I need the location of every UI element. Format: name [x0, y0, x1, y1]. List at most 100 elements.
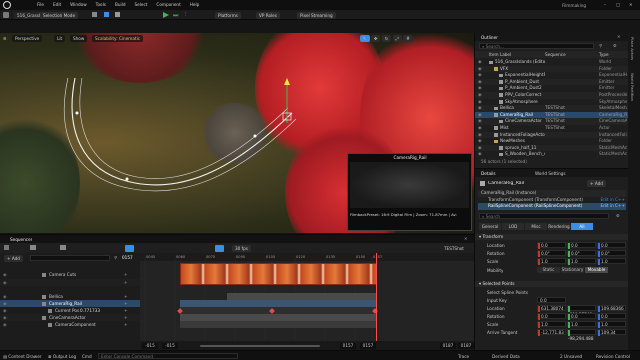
- key-tool-icon[interactable]: [125, 244, 134, 252]
- outliner-row[interactable]: ◉ 516_GrassIslands (Editor) World: [475, 59, 629, 66]
- tab-world-settings[interactable]: World Settings: [535, 171, 566, 176]
- input-key-field[interactable]: 0.0: [537, 297, 566, 303]
- show-button[interactable]: Show: [70, 35, 88, 42]
- vector-field-x[interactable]: -12,771.83: [537, 329, 566, 336]
- add-key-icon[interactable]: +: [124, 279, 128, 286]
- add-key-icon[interactable]: +: [124, 307, 128, 314]
- component-root[interactable]: CameraRig_Rail (Instance): [478, 190, 626, 197]
- edit-cpp-link[interactable]: Edit in C++: [600, 203, 625, 210]
- add-key-icon[interactable]: +: [124, 314, 128, 321]
- vector-field-z[interactable]: 109.68366: [597, 305, 626, 312]
- vector-field-y[interactable]: 0.0: [567, 313, 596, 320]
- play-options-icon[interactable]: ⋮: [183, 11, 187, 16]
- tab-details[interactable]: Details: [481, 171, 496, 176]
- mobility-option-movable[interactable]: Movable: [585, 267, 608, 273]
- vector-field-x[interactable]: 0.0°: [537, 250, 566, 257]
- snap-icon[interactable]: [215, 244, 224, 252]
- filter-tab-misc[interactable]: Misc: [525, 223, 547, 230]
- menu-component[interactable]: Component: [156, 2, 180, 7]
- camera-component-section[interactable]: [180, 321, 377, 328]
- keyframe[interactable]: [177, 307, 183, 314]
- perspective-button[interactable]: Perspective: [12, 35, 43, 42]
- console-input[interactable]: Enter Console Command: [98, 353, 238, 359]
- lit-button[interactable]: Lit: [54, 35, 66, 42]
- sequencer-track[interactable]: ◉ Bellica +: [0, 293, 140, 300]
- outliner-row[interactable]: ◉ NewMeshes Folder: [475, 138, 629, 145]
- vector-field-x[interactable]: 631.38074: [537, 305, 566, 312]
- visibility-eye-icon[interactable]: ◉: [478, 99, 482, 106]
- vector-field-z[interactable]: 1.0: [597, 258, 626, 265]
- menu-window[interactable]: Window: [70, 2, 87, 7]
- cinematics-icon[interactable]: [115, 12, 120, 17]
- save-sequence-icon[interactable]: [4, 245, 9, 250]
- maximize-icon[interactable]: □: [616, 2, 620, 7]
- vector-field-z[interactable]: 0.0°: [597, 250, 626, 257]
- sequencer-track[interactable]: ◉ CameraComponent +: [0, 321, 140, 328]
- outliner-row[interactable]: ◉ Mist TESTShot Actor: [475, 125, 629, 132]
- playhead-line[interactable]: [376, 253, 377, 341]
- add-key-icon[interactable]: +: [124, 271, 128, 278]
- visibility-eye-icon[interactable]: ◉: [478, 138, 482, 145]
- frame-range-field[interactable]: 0157: [360, 343, 376, 349]
- outliner-row[interactable]: ◉ SkyAtmosphere SkyAtmosphere: [475, 99, 629, 106]
- place-actors-tab[interactable]: Place Actors: [630, 37, 635, 60]
- bellica-section[interactable]: [227, 293, 377, 300]
- track-search-input[interactable]: [30, 255, 110, 261]
- trace-button[interactable]: Trace: [458, 354, 469, 359]
- vector-field-x[interactable]: 0.0: [537, 242, 566, 249]
- sequencer-track[interactable]: ◉ +: [0, 279, 140, 286]
- mobility-option-stationary[interactable]: Stationary: [561, 267, 584, 273]
- sequencer-track[interactable]: ◉ Current Pos 0.771733 +: [0, 307, 140, 314]
- track-eye-icon[interactable]: ◉: [3, 307, 7, 314]
- viewport-options-icon[interactable]: ≡: [3, 36, 7, 41]
- vector-field-y[interactable]: 1.0: [567, 258, 596, 265]
- track-eye-icon[interactable]: ◉: [3, 314, 7, 321]
- keyframe[interactable]: [269, 307, 275, 314]
- sequencer-track[interactable]: ◉ Camera Cuts +: [0, 271, 140, 278]
- filter-tab-rendering[interactable]: Rendering: [548, 223, 570, 230]
- outliner-row[interactable]: ◉ S_Wooden_Bench_w StaticMeshActor: [475, 151, 629, 158]
- save-icon[interactable]: [3, 12, 9, 18]
- vector-field-y[interactable]: 1.0: [567, 321, 596, 328]
- filter-tab-lod[interactable]: LOD: [502, 223, 524, 230]
- add-component-button[interactable]: + Add: [587, 180, 606, 187]
- platforms-button[interactable]: Platforms: [215, 11, 241, 19]
- frame-range-field[interactable]: -015: [142, 343, 158, 349]
- visibility-eye-icon[interactable]: ◉: [478, 125, 482, 132]
- vector-field-x[interactable]: 1.0: [537, 258, 566, 265]
- visibility-eye-icon[interactable]: ◉: [478, 151, 482, 158]
- edit-cpp-link[interactable]: Edit in C++: [600, 197, 625, 204]
- sequencer-tab[interactable]: Sequencer: [10, 237, 32, 242]
- add-key-icon[interactable]: +: [124, 293, 128, 300]
- frame-range-field[interactable]: 0187: [440, 343, 456, 349]
- sequencer-track[interactable]: ◉ CineCameraActor +: [0, 314, 140, 321]
- visibility-eye-icon[interactable]: ◉: [478, 112, 482, 119]
- playhead-frame[interactable]: 0157: [122, 255, 133, 260]
- vector-field-x[interactable]: 1.0: [537, 321, 566, 328]
- outliner-row[interactable]: ◉CineCameraActorTESTShotCineCameraActor: [475, 118, 629, 125]
- column-sequence[interactable]: Sequence: [545, 52, 566, 57]
- level-viewport[interactable]: ≡ Perspective Lit Show Scalability: Cine…: [0, 33, 474, 233]
- fps-dropdown[interactable]: 30 fps: [232, 244, 251, 252]
- details-search-input[interactable]: ⌕ Search: [479, 213, 609, 219]
- play-icon[interactable]: [163, 11, 169, 18]
- track-eye-icon[interactable]: ◉: [3, 271, 7, 278]
- move-tool-icon[interactable]: ✥: [370, 35, 381, 42]
- menu-file[interactable]: File: [37, 2, 44, 7]
- filter-tab-general[interactable]: General: [479, 223, 501, 230]
- timeline-scrollbar[interactable]: [200, 345, 320, 347]
- add-key-icon[interactable]: +: [124, 300, 128, 307]
- vector-field-y[interactable]: 0.0: [567, 242, 596, 249]
- frame-range-field[interactable]: -015: [162, 343, 178, 349]
- vector-field-y[interactable]: 0.0°: [567, 250, 596, 257]
- menu-tools[interactable]: Tools: [96, 2, 106, 7]
- cmd-dropdown[interactable]: Cmd: [82, 354, 92, 359]
- outliner-row[interactable]: ◉ PPV_ColorCorrect PostProcessVolume: [475, 91, 629, 99]
- scale-tool-icon[interactable]: ⤢: [392, 35, 402, 42]
- outliner-search-input[interactable]: ⌕ Search...: [479, 43, 594, 49]
- vector-field-x[interactable]: 0.0: [537, 313, 566, 320]
- menu-build[interactable]: Build: [115, 2, 126, 7]
- unreal-logo-icon[interactable]: [3, 1, 11, 9]
- visibility-eye-icon[interactable]: ◉: [478, 72, 482, 79]
- timeline-area[interactable]: 0045 0060 0075 0090 0105 0120 0135 0150 0157: [140, 253, 474, 341]
